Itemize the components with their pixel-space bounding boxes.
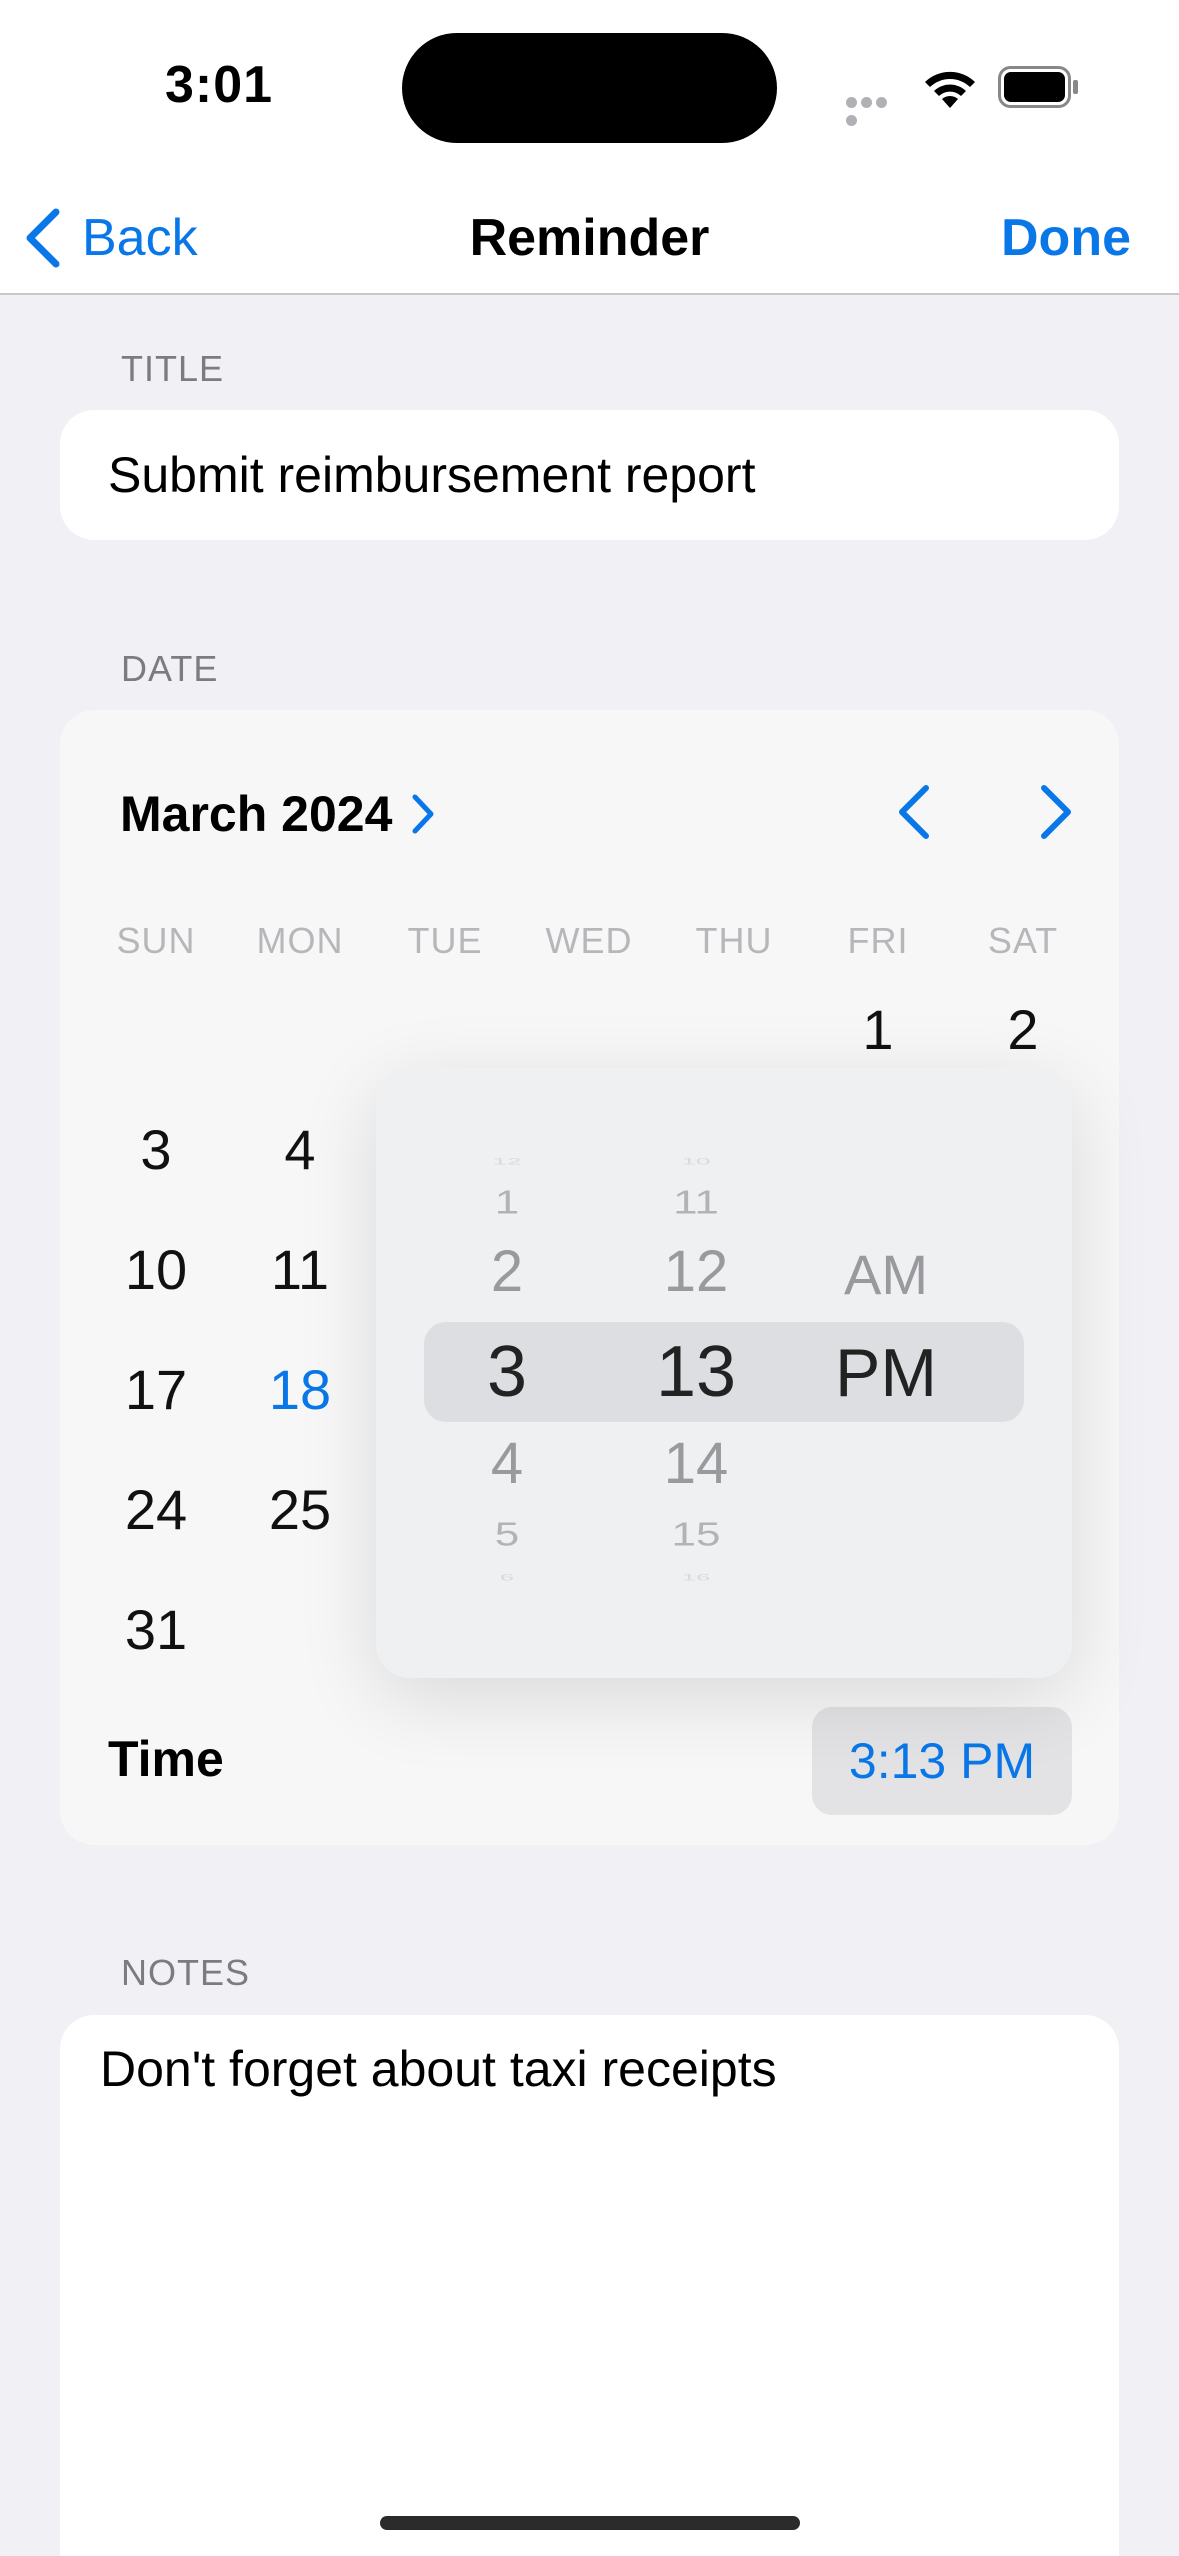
home-indicator[interactable] [380, 2516, 800, 2530]
time-value-button[interactable]: 3:13 PM [812, 1707, 1072, 1815]
minute-option: 12 [663, 1239, 729, 1304]
weekday-label: TUE [407, 920, 483, 961]
chevron-left-icon [26, 208, 60, 268]
weekday-label: FRI [847, 920, 909, 961]
back-button[interactable]: Back [22, 198, 198, 278]
calendar-day[interactable]: 3 [84, 1094, 228, 1204]
weekday-label: SAT [987, 920, 1059, 961]
hour-option: 6 [499, 1572, 515, 1583]
battery-icon [998, 66, 1078, 108]
status-bar: 3:01 [0, 0, 1179, 180]
hour-option: 12 [492, 1156, 522, 1167]
time-label: Time [108, 1731, 224, 1787]
dynamic-island [402, 33, 777, 143]
hour-option: 4 [490, 1431, 524, 1496]
month-year-selector[interactable]: March 2024 [120, 785, 436, 843]
navigation-bar: Back Reminder Done [0, 180, 1179, 295]
next-month-button[interactable] [1030, 782, 1080, 842]
calendar-day[interactable]: 10 [84, 1214, 228, 1324]
hour-option: 1 [494, 1184, 520, 1221]
previous-month-button[interactable] [890, 782, 940, 842]
weekday-label: WED [545, 920, 633, 961]
weekday-label: MON [256, 920, 344, 961]
month-label: March 2024 [120, 786, 393, 842]
cellular-signal-icon [846, 95, 904, 126]
weekday-label: SUN [116, 920, 196, 961]
status-time: 3:01 [165, 56, 274, 114]
hour-option: 5 [494, 1516, 520, 1553]
done-button[interactable]: Done [1001, 198, 1131, 278]
hour-option: 2 [490, 1239, 524, 1304]
title-input[interactable] [108, 410, 1088, 540]
calendar-day[interactable]: 11 [228, 1214, 372, 1324]
calendar-day[interactable]: 4 [228, 1094, 372, 1204]
calendar-day[interactable]: 31 [84, 1574, 228, 1684]
chevron-right-icon [412, 794, 434, 834]
weekday-label: THU [695, 920, 773, 961]
minute-option-selected: 13 [655, 1332, 737, 1412]
title-card [60, 410, 1119, 540]
period-option: AM [844, 1243, 928, 1306]
notes-textarea[interactable]: Don't forget about taxi receipts [100, 2040, 1080, 2540]
minute-option: 11 [673, 1184, 719, 1221]
minute-option: 14 [663, 1431, 729, 1496]
notes-card: Don't forget about taxi receipts [60, 2015, 1119, 2556]
notes-section-header: NOTES [121, 1952, 251, 1993]
time-picker-popover[interactable]: 12 1 2 3 4 5 6 10 11 12 13 14 15 16 AM P… [376, 1068, 1072, 1678]
period-option-selected: PM [835, 1335, 937, 1411]
minute-option: 15 [671, 1516, 721, 1553]
date-section-header: DATE [121, 648, 219, 689]
hour-option-selected: 3 [486, 1332, 528, 1412]
back-label: Back [82, 209, 198, 267]
minute-option: 16 [681, 1572, 711, 1583]
calendar-day[interactable]: 25 [228, 1454, 372, 1564]
calendar-day-selected[interactable]: 18 [228, 1334, 372, 1444]
title-section-header: TITLE [121, 348, 225, 389]
wifi-icon [925, 71, 975, 108]
calendar-day[interactable]: 24 [84, 1454, 228, 1564]
calendar-day[interactable]: 17 [84, 1334, 228, 1444]
minute-option: 10 [681, 1156, 711, 1167]
